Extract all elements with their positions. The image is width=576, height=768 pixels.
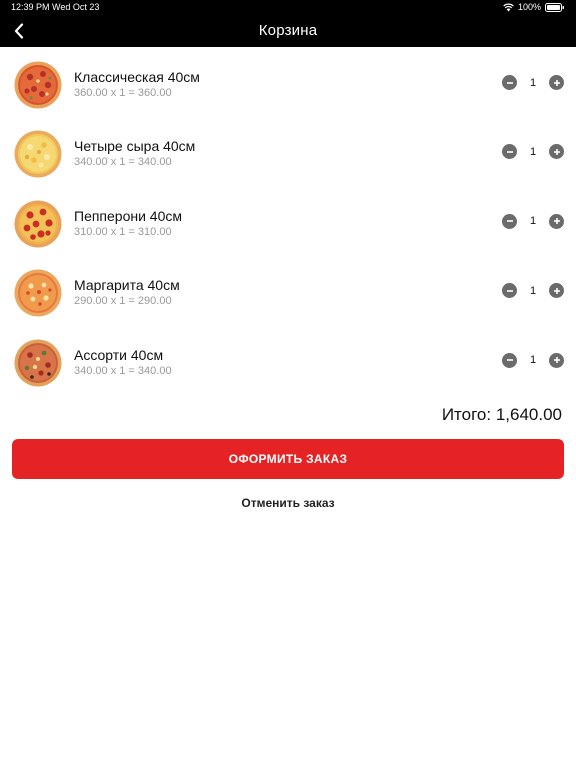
- minus-icon: [506, 81, 513, 84]
- item-name: Четыре сыра 40см: [74, 138, 196, 155]
- plus-icon: [553, 79, 560, 86]
- increase-quantity-button[interactable]: [549, 352, 564, 368]
- minus-icon: [506, 359, 513, 361]
- minus-icon: [506, 151, 513, 153]
- decrease-quantity-button[interactable]: [502, 213, 517, 229]
- plus-icon: [553, 287, 560, 294]
- increase-quantity-button[interactable]: [549, 213, 564, 229]
- increase-quantity-button[interactable]: [549, 144, 564, 160]
- item-name: Ассорти 40см: [74, 346, 164, 363]
- item-price-line: 310.00 x 1 = 310.00: [74, 225, 172, 238]
- chevron-left-icon: [14, 23, 24, 39]
- pizza-pepperoni-image: [14, 200, 62, 248]
- item-price-line: 360.00 x 1 = 360.00: [74, 87, 172, 99]
- plus-icon: [553, 218, 560, 225]
- wifi-icon: [503, 3, 514, 12]
- item-price-line: 340.00 x 1 = 340.00: [74, 364, 172, 377]
- item-price-line: 340.00 x 1 = 340.00: [74, 156, 172, 169]
- quantity-stepper: 1: [502, 283, 564, 299]
- quantity-stepper: 1: [502, 144, 564, 160]
- cart-item: Классическая 40см 360.00 x 1 = 360.00 1: [0, 49, 576, 118]
- quantity-value: 1: [529, 284, 537, 297]
- quantity-value: 1: [529, 215, 537, 228]
- quantity-value: 1: [529, 76, 537, 89]
- status-date: Wed Oct 23: [52, 2, 100, 12]
- increase-quantity-button[interactable]: [549, 75, 564, 90]
- cancel-order-button[interactable]: Отменить заказ: [0, 496, 576, 510]
- minus-icon: [506, 220, 513, 223]
- status-bar: 12:39 PM Wed Oct 23 100%: [0, 0, 576, 14]
- decrease-quantity-button[interactable]: [502, 144, 517, 160]
- increase-quantity-button[interactable]: [549, 283, 564, 299]
- cart-item: Четыре сыра 40см 340.00 x 1 = 340.00 1: [0, 118, 576, 187]
- minus-icon: [506, 289, 513, 292]
- order-total: Итого: 1,640.00: [441, 405, 562, 424]
- checkout-button[interactable]: Оформить заказ: [12, 439, 564, 479]
- item-price-line: 290.00 x 1 = 290.00: [74, 295, 172, 308]
- quantity-value: 1: [529, 145, 537, 158]
- plus-icon: [553, 148, 560, 155]
- item-name: Классическая 40см: [74, 69, 200, 85]
- plus-icon: [553, 357, 560, 364]
- item-name: Маргарита 40см: [74, 277, 180, 294]
- navigation-bar: Корзина: [0, 14, 576, 47]
- cart-item: Ассорти 40см 340.00 x 1 = 340.00 1: [0, 327, 576, 396]
- cart-item: Пепперони 40см 310.00 x 1 = 310.00 1: [0, 188, 576, 257]
- quantity-stepper: 1: [502, 352, 564, 368]
- quantity-stepper: 1: [502, 75, 564, 90]
- status-time-date: 12:39 PM Wed Oct 23: [11, 2, 99, 12]
- pizza-margherita-image: [14, 269, 62, 317]
- back-button[interactable]: [6, 18, 32, 44]
- status-time: 12:39 PM: [11, 2, 50, 12]
- battery-percent: 100%: [517, 2, 541, 12]
- pizza-four-cheese-image: [14, 130, 62, 178]
- cart-list: Классическая 40см 360.00 x 1 = 360.00 1 …: [0, 49, 576, 396]
- status-indicators: 100%: [503, 2, 565, 12]
- decrease-quantity-button[interactable]: [502, 283, 517, 299]
- page-title: Корзина: [258, 22, 318, 39]
- battery-icon: [545, 2, 565, 12]
- quantity-value: 1: [529, 354, 537, 367]
- cart-item: Маргарита 40см 290.00 x 1 = 290.00 1: [0, 257, 576, 326]
- quantity-stepper: 1: [502, 213, 564, 229]
- pizza-assorti-image: [14, 339, 62, 387]
- decrease-quantity-button[interactable]: [502, 75, 517, 90]
- pizza-classic-image: [14, 61, 62, 109]
- decrease-quantity-button[interactable]: [502, 352, 517, 368]
- item-name: Пепперони 40см: [74, 207, 183, 224]
